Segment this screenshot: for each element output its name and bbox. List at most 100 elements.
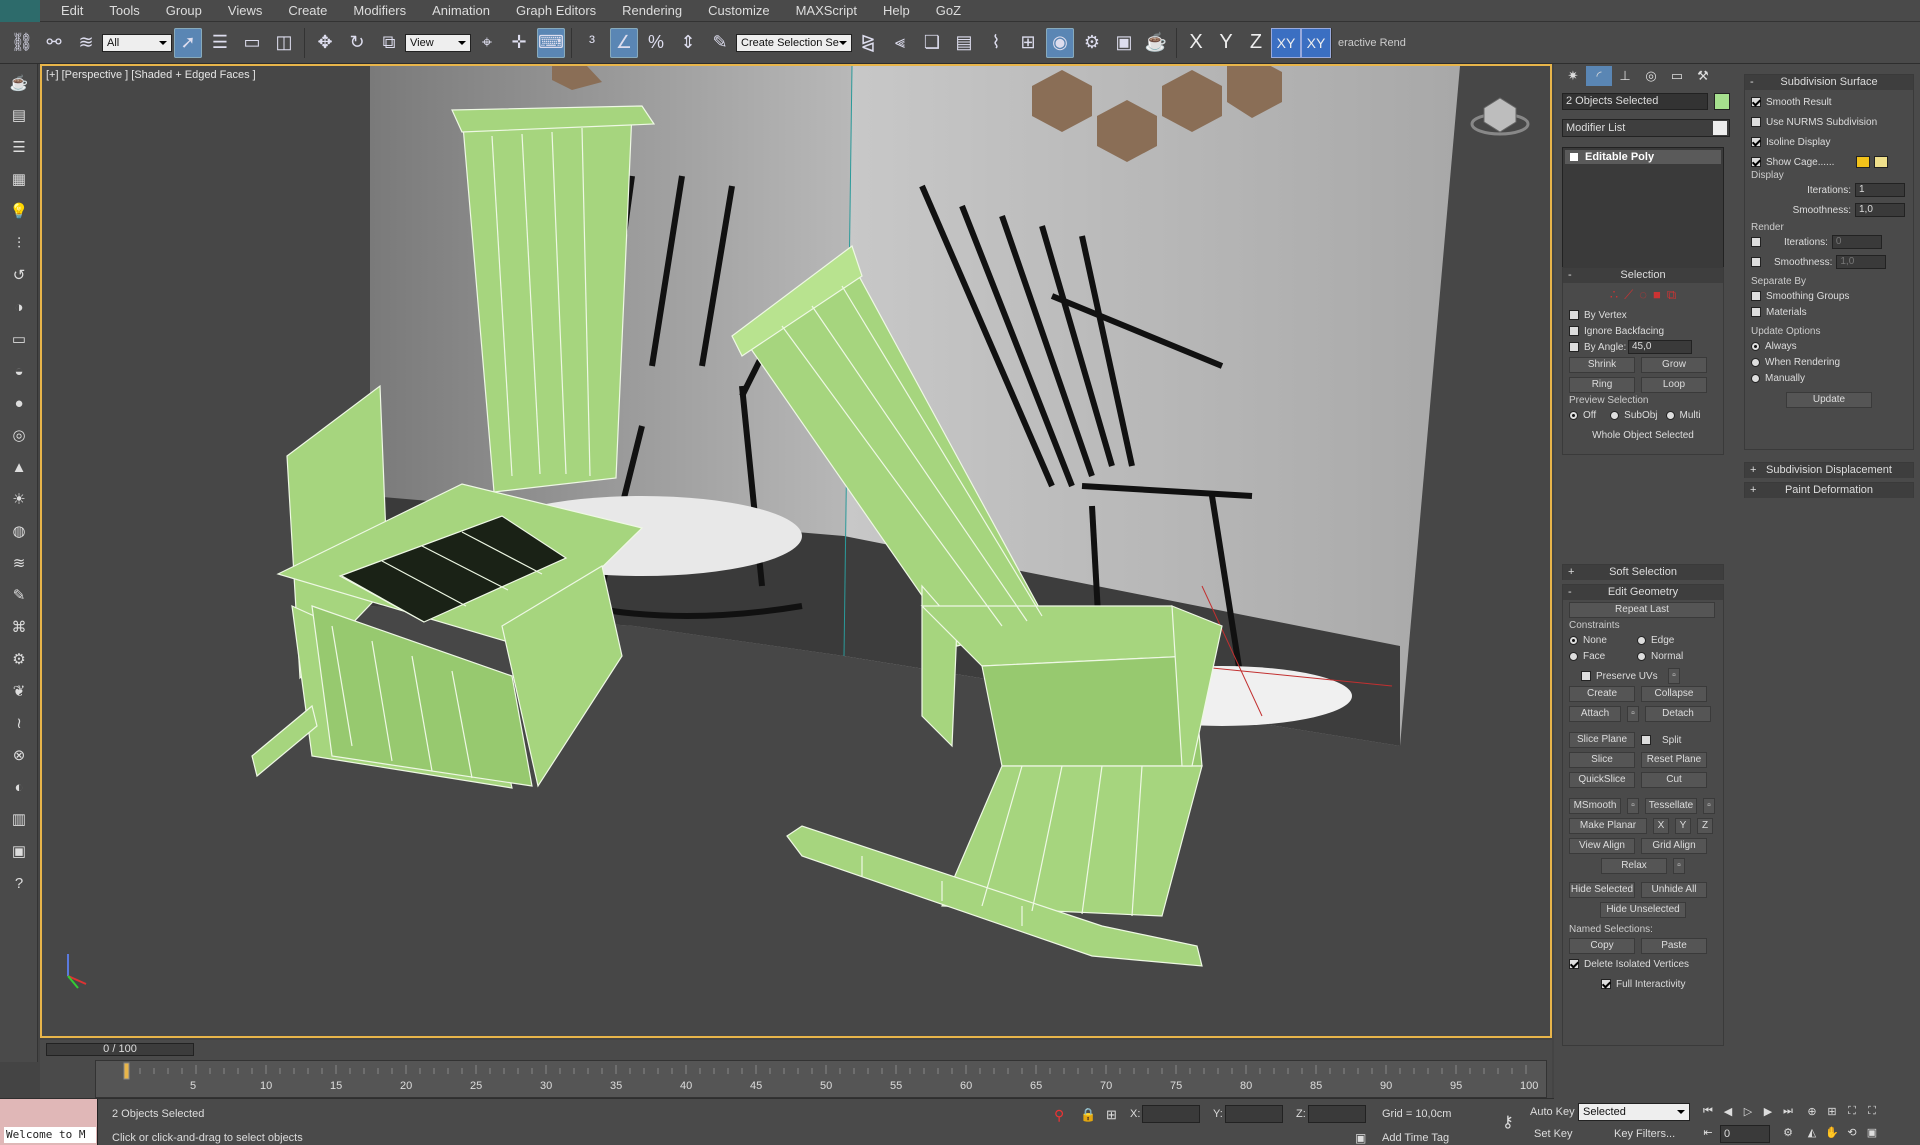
split-checkbox[interactable] <box>1641 735 1651 745</box>
menu-goz[interactable]: GoZ <box>923 0 974 22</box>
msmooth-button[interactable]: MSmooth <box>1569 798 1621 814</box>
preserve-uvs-checkbox[interactable] <box>1581 671 1591 681</box>
viewport-label[interactable]: [+] [Perspective ] [Shaded + Edged Faces… <box>46 69 256 81</box>
rotate-icon[interactable]: ↻ <box>343 28 371 58</box>
key-mode-dropdown[interactable]: Selected <box>1578 1103 1690 1121</box>
axis-z-button[interactable]: Z <box>1241 28 1271 58</box>
attach-settings-icon[interactable]: ▫ <box>1627 706 1639 722</box>
hierarchy-tab-icon[interactable]: ⊥ <box>1612 66 1638 86</box>
torus-icon[interactable]: ◎ <box>6 422 32 448</box>
smooth-result-row[interactable]: Smooth Result <box>1745 94 1913 110</box>
object-color-swatch[interactable] <box>1714 93 1730 110</box>
vertex-level-icon[interactable]: ∴ <box>1610 287 1618 303</box>
globe-icon[interactable]: ◐ <box>6 774 32 800</box>
shrink-button[interactable]: Shrink <box>1569 357 1635 373</box>
menu-maxscript[interactable]: MAXScript <box>783 0 870 22</box>
orbit-icon[interactable]: ⟲ <box>1844 1124 1860 1140</box>
material-icon[interactable]: ◑ <box>6 294 32 320</box>
relax-settings-icon[interactable]: ▫ <box>1673 858 1685 874</box>
hair2-icon[interactable]: ≀ <box>6 710 32 736</box>
hide-unselected-button[interactable]: Hide Unselected <box>1600 902 1686 918</box>
use-nurms-row[interactable]: Use NURMS Subdivision <box>1745 114 1913 130</box>
sun-icon[interactable]: ☀ <box>6 486 32 512</box>
isoline-row[interactable]: Isoline Display <box>1745 134 1913 150</box>
update-manually-radio[interactable] <box>1751 373 1760 383</box>
material-editor-icon[interactable]: ◉ <box>1046 27 1074 58</box>
half-sphere-icon[interactable]: ◒ <box>6 358 32 384</box>
menu-animation[interactable]: Animation <box>419 0 503 22</box>
preview-multi-radio[interactable] <box>1665 410 1675 420</box>
show-cage-row[interactable]: Show Cage...... <box>1745 154 1913 170</box>
rendered-frame-icon[interactable]: ▣ <box>1110 28 1138 58</box>
maxscript-listener[interactable]: Welcome to M <box>0 1099 98 1145</box>
app-logo-icon[interactable] <box>0 0 40 22</box>
preview-subobj-radio[interactable] <box>1610 410 1620 420</box>
update-manually-row[interactable]: Manually <box>1745 370 1913 386</box>
isoline-checkbox[interactable] <box>1751 137 1761 147</box>
menu-rendering[interactable]: Rendering <box>609 0 695 22</box>
select-object-icon[interactable]: ➚ <box>174 27 202 58</box>
display-smoothness-spinner[interactable]: 1,0 <box>1855 203 1905 217</box>
stack-item-editable-poly[interactable]: Editable Poly <box>1565 150 1721 164</box>
box-icon[interactable]: ▭ <box>6 326 32 352</box>
subdivision-displacement-header[interactable]: Subdivision Displacement <box>1745 463 1913 478</box>
time-slider[interactable]: 0 / 100 <box>46 1043 194 1056</box>
edit-geometry-header[interactable]: Edit Geometry <box>1563 585 1723 600</box>
sphere-icon[interactable]: ● <box>6 390 32 416</box>
use-nurms-checkbox[interactable] <box>1751 117 1761 127</box>
selection-filter-dropdown[interactable]: All <box>102 33 172 52</box>
grid-icon[interactable]: ▦ <box>6 166 32 192</box>
constraint-face-radio[interactable] <box>1569 651 1578 661</box>
menu-views[interactable]: Views <box>215 0 275 22</box>
constraint-edge-radio[interactable] <box>1637 635 1646 645</box>
edge-level-icon[interactable]: ⟋ <box>1624 287 1633 303</box>
show-cage-checkbox[interactable] <box>1751 157 1761 167</box>
maximize-viewport-icon[interactable]: ▣ <box>1864 1124 1880 1140</box>
fov-icon[interactable]: ◭ <box>1804 1124 1820 1140</box>
preserve-uvs-settings-icon[interactable]: ▫ <box>1668 668 1680 684</box>
rect-selection-icon[interactable]: ▭ <box>238 28 266 58</box>
angle-snap-icon[interactable]: ∠ <box>610 27 638 58</box>
render-setup-icon[interactable]: ⚙ <box>1078 28 1106 58</box>
axis-y-button[interactable]: Y <box>1211 28 1241 58</box>
light-icon[interactable]: 💡 <box>6 198 32 224</box>
window-crossing-icon[interactable]: ◫ <box>270 28 298 58</box>
menu-group[interactable]: Group <box>153 0 215 22</box>
current-frame-marker[interactable] <box>123 1062 130 1080</box>
move-icon[interactable]: ✥ <box>311 28 339 58</box>
tessellate-settings-icon[interactable]: ▫ <box>1703 798 1715 814</box>
delete-isolated-checkbox[interactable] <box>1569 959 1579 969</box>
border-level-icon[interactable]: ◌ <box>1639 287 1647 303</box>
unlink-icon[interactable]: ⚯ <box>40 28 68 58</box>
cone-icon[interactable]: ▲ <box>6 454 32 480</box>
auto-key-button[interactable]: Auto Key <box>1530 1106 1575 1118</box>
hide-selected-button[interactable]: Hide Selected <box>1569 882 1635 898</box>
paint-deformation-header[interactable]: Paint Deformation <box>1745 483 1913 498</box>
copy-button[interactable]: Copy <box>1569 938 1635 954</box>
cage-selected-color-swatch[interactable] <box>1874 156 1888 168</box>
absolute-mode-icon[interactable]: ⊞ <box>1106 1107 1117 1123</box>
sliders-icon[interactable]: ⫶ <box>6 230 32 256</box>
update-button[interactable]: Update <box>1786 392 1872 408</box>
play-icon[interactable]: ▷ <box>1740 1103 1756 1119</box>
sphere2-icon[interactable]: ◍ <box>6 518 32 544</box>
zoom-icon[interactable]: ⊕ <box>1804 1103 1820 1119</box>
percent-snap-icon[interactable]: % <box>642 28 670 58</box>
menu-customize[interactable]: Customize <box>695 0 782 22</box>
track-bar[interactable]: 5 10 15 20 25 30 35 40 45 50 55 60 65 70 75 80 85 90 95 100 <box>95 1060 1547 1098</box>
by-angle-row[interactable]: By Angle: 45,0 <box>1563 339 1723 355</box>
selection-rollout-header[interactable]: Selection <box>1563 268 1723 283</box>
y-coord-field[interactable] <box>1225 1105 1283 1123</box>
update-when-rendering-row[interactable]: When Rendering <box>1745 354 1913 370</box>
paint-icon[interactable]: ✎ <box>6 582 32 608</box>
collapse-button[interactable]: Collapse <box>1641 686 1707 702</box>
schematic-view-icon[interactable]: ⊞ <box>1014 28 1042 58</box>
pivot-center-icon[interactable]: ⌖ <box>473 28 501 58</box>
layer-manager-icon[interactable]: ❏ <box>918 28 946 58</box>
detach-button[interactable]: Detach <box>1645 706 1711 722</box>
update-when-rendering-radio[interactable] <box>1751 357 1760 367</box>
pan-icon[interactable]: ✋ <box>1824 1124 1840 1140</box>
smoothing-groups-row[interactable]: Smoothing Groups <box>1745 288 1913 304</box>
help-icon[interactable]: ? <box>6 870 32 896</box>
spinner-snap-icon[interactable]: ⇕ <box>674 28 702 58</box>
